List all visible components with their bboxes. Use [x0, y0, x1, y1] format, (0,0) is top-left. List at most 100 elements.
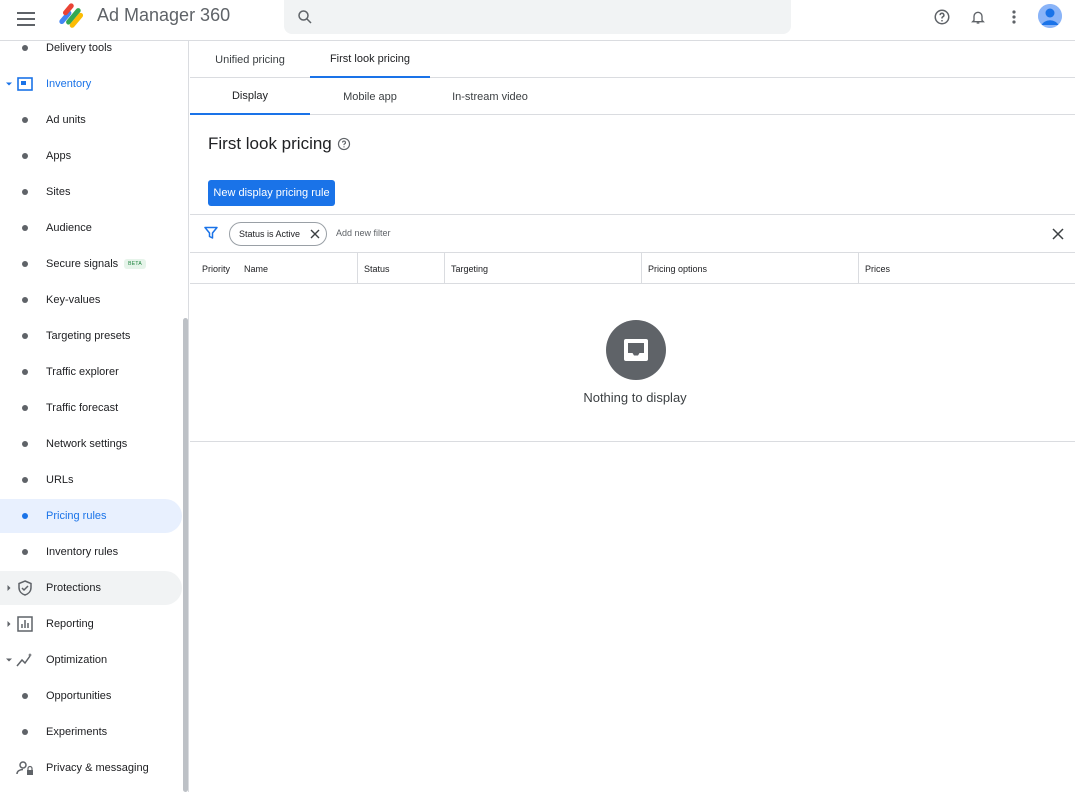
bullet-icon [22, 45, 28, 51]
bullet-icon [22, 549, 28, 555]
sidebar-item-sites[interactable]: Sites [0, 175, 182, 209]
sidebar-item-key-values[interactable]: Key-values [0, 283, 182, 317]
optimization-icon [16, 653, 32, 667]
sidebar-item-targeting-presets[interactable]: Targeting presets [0, 319, 182, 353]
sidebar-item-privacy-messaging[interactable]: Privacy & messaging [0, 751, 182, 785]
sidebar-item-label: Network settings [46, 438, 128, 450]
filter-icon[interactable] [204, 226, 218, 240]
caret-down-icon [6, 82, 12, 86]
sidebar-item-label: Key-values [46, 294, 101, 306]
tab-mobile-app[interactable]: Mobile app [310, 78, 430, 115]
tab-display[interactable]: Display [190, 78, 310, 115]
bullet-icon [22, 117, 28, 123]
sidebar-item-protections[interactable]: Protections [0, 571, 182, 605]
sidebar-item-label: URLs [46, 474, 74, 486]
sidebar-item-reporting[interactable]: Reporting [0, 607, 182, 641]
bullet-icon [22, 333, 28, 339]
bullet-icon [22, 477, 28, 483]
column-header-name[interactable]: Name [238, 253, 268, 284]
caret-down-icon [6, 658, 12, 662]
app-header: Ad Manager 360 [0, 0, 1075, 41]
sidebar-item-pricing-rules[interactable]: Pricing rules [0, 499, 182, 533]
clear-filters-icon[interactable] [1052, 228, 1064, 240]
sidebar-item-apps[interactable]: Apps [0, 139, 182, 173]
sidebar-item-label: Targeting presets [46, 330, 131, 342]
bullet-icon [22, 729, 28, 735]
tab-in-stream-video[interactable]: In-stream video [430, 78, 550, 115]
sidebar-item-label: Apps [46, 150, 72, 162]
sidebar-item-label: Privacy & messaging [46, 762, 149, 774]
add-filter-input[interactable]: Add new filter [336, 228, 391, 238]
sidebar-item-label: Traffic explorer [46, 366, 119, 378]
bullet-icon [22, 225, 28, 231]
sidebar-item-label: Inventory [46, 78, 92, 90]
sidebar-item-text: Secure signals [46, 258, 119, 270]
shield-icon [18, 580, 32, 596]
sidebar-item-opportunities[interactable]: Opportunities [0, 679, 182, 713]
bullet-icon [22, 261, 28, 267]
search-bar[interactable] [284, 0, 791, 34]
sidebar-item-label: Optimization [46, 654, 108, 666]
bullet-icon [22, 369, 28, 375]
sidebar-nav: Delivery tools Inventory Ad units Apps S… [0, 41, 189, 792]
inventory-icon [17, 77, 33, 91]
sidebar-item-label: Sites [46, 186, 71, 198]
column-header-priority[interactable]: Priority [196, 253, 230, 284]
bullet-icon [22, 153, 28, 159]
page-title: First look pricing [208, 134, 332, 153]
sidebar-item-audience[interactable]: Audience [0, 211, 182, 245]
bullet-icon [22, 405, 28, 411]
sidebar-item-urls[interactable]: URLs [0, 463, 182, 497]
sidebar-item-optimization[interactable]: Optimization [0, 643, 182, 677]
sidebar-item-label: Opportunities [46, 690, 112, 702]
account-avatar[interactable] [1038, 4, 1062, 28]
bullet-icon [22, 693, 28, 699]
tab-first-look-pricing[interactable]: First look pricing [310, 41, 430, 78]
empty-state: Nothing to display [190, 284, 1075, 442]
sidebar-item-label: Delivery tools [46, 42, 113, 54]
column-header-prices[interactable]: Prices [858, 253, 890, 284]
menu-icon[interactable] [14, 7, 38, 31]
help-outline-icon[interactable] [337, 137, 351, 151]
column-header-status[interactable]: Status [357, 253, 390, 284]
sidebar-item-secure-signals[interactable]: Secure signals BETA [0, 247, 182, 281]
sidebar-item-inventory-rules[interactable]: Inventory rules [0, 535, 182, 569]
bullet-icon [22, 297, 28, 303]
privacy-person-icon [16, 761, 33, 775]
bullet-icon [22, 189, 28, 195]
sidebar-item-label: Protections [46, 582, 102, 594]
sidebar-item-ad-units[interactable]: Ad units [0, 103, 182, 137]
new-display-pricing-rule-button[interactable]: New display pricing rule [208, 180, 335, 206]
sidebar-item-label: Pricing rules [46, 510, 107, 522]
sidebar-item-experiments[interactable]: Experiments [0, 715, 182, 749]
sidebar-item-label: Audience [46, 222, 92, 234]
search-input[interactable] [324, 0, 774, 34]
sidebar-item-traffic-explorer[interactable]: Traffic explorer [0, 355, 182, 389]
sidebar-item-delivery-tools[interactable]: Delivery tools [0, 41, 182, 65]
sidebar-item-label: Secure signals BETA [46, 258, 147, 270]
beta-badge: BETA [124, 259, 147, 270]
format-tabs: Display Mobile app In-stream video [190, 78, 1075, 115]
close-icon[interactable] [310, 229, 320, 239]
filter-chip-label: Status is Active [239, 229, 301, 239]
sidebar-scrollbar[interactable] [183, 318, 188, 792]
bullet-icon [22, 513, 28, 519]
ad-manager-logo-icon [55, 1, 87, 31]
tab-unified-pricing[interactable]: Unified pricing [202, 41, 298, 78]
sidebar-item-traffic-forecast[interactable]: Traffic forecast [0, 391, 182, 425]
search-icon [298, 10, 312, 24]
sidebar-item-label: Reporting [46, 618, 94, 630]
filter-chip[interactable]: Status is Active [229, 222, 327, 246]
filter-bar: Status is Active Add new filter [190, 214, 1075, 253]
sidebar-item-network-settings[interactable]: Network settings [0, 427, 182, 461]
notifications-icon[interactable] [967, 6, 989, 28]
bullet-icon [22, 441, 28, 447]
sidebar-item-label: Inventory rules [46, 546, 119, 558]
app-title: Ad Manager 360 [97, 5, 231, 25]
column-header-targeting[interactable]: Targeting [444, 253, 488, 284]
help-icon[interactable] [931, 6, 953, 28]
column-header-pricing-options[interactable]: Pricing options [641, 253, 707, 284]
sidebar-item-label: Experiments [46, 726, 108, 738]
sidebar-item-inventory[interactable]: Inventory [0, 67, 182, 101]
more-vert-icon[interactable] [1003, 6, 1025, 28]
